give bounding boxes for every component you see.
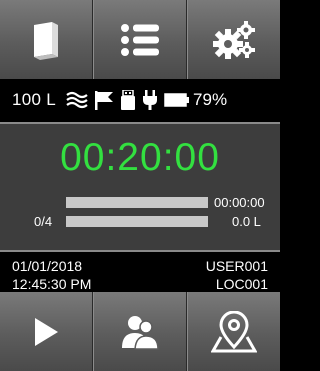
usb-drive-icon [120,89,136,110]
book-button[interactable] [0,0,93,79]
date-readout: 01/01/2018 [12,258,83,274]
time-readout: 12:45:30 PM [12,276,92,292]
status-bar: 100 L 79% [0,80,280,119]
list-icon [120,23,160,57]
users-button[interactable] [93,292,187,371]
location-id: LOC001 [215,276,268,292]
power-plug-icon [142,89,158,110]
settings-gears-icon [212,20,256,60]
users-icon [120,314,160,350]
battery-icon [164,92,190,107]
sample-count: 0/4 [34,214,53,229]
main-panel: 00:20:00 00:00:00 0/4 0.0 L [0,122,280,252]
volume-progress-bar [66,216,208,227]
location-button[interactable] [187,292,280,371]
bottom-button-row [0,292,280,371]
map-location-icon [211,310,257,353]
play-icon [33,317,59,347]
elapsed-time: 00:00:00 [214,195,265,210]
volume-readout: 100 L [12,89,57,109]
elapsed-progress-bar [66,197,208,208]
settings-button[interactable] [187,0,280,79]
info-area: 01/01/2018 12:45:30 PM USER001 LOC001 [0,256,280,292]
flow-waves-icon [66,91,88,109]
top-button-row [0,0,280,79]
timer-display: 00:20:00 [60,136,220,179]
volume-liters: 0.0 L [232,214,261,229]
device-screen: 100 L 79% 00:20:00 00:00:00 0/4 0.0 L 01… [0,0,280,371]
flag-icon [94,90,114,110]
list-button[interactable] [93,0,187,79]
battery-percent: 79% [193,89,228,109]
play-button[interactable] [0,292,93,371]
book-icon [28,19,64,61]
user-id: USER001 [205,258,268,274]
